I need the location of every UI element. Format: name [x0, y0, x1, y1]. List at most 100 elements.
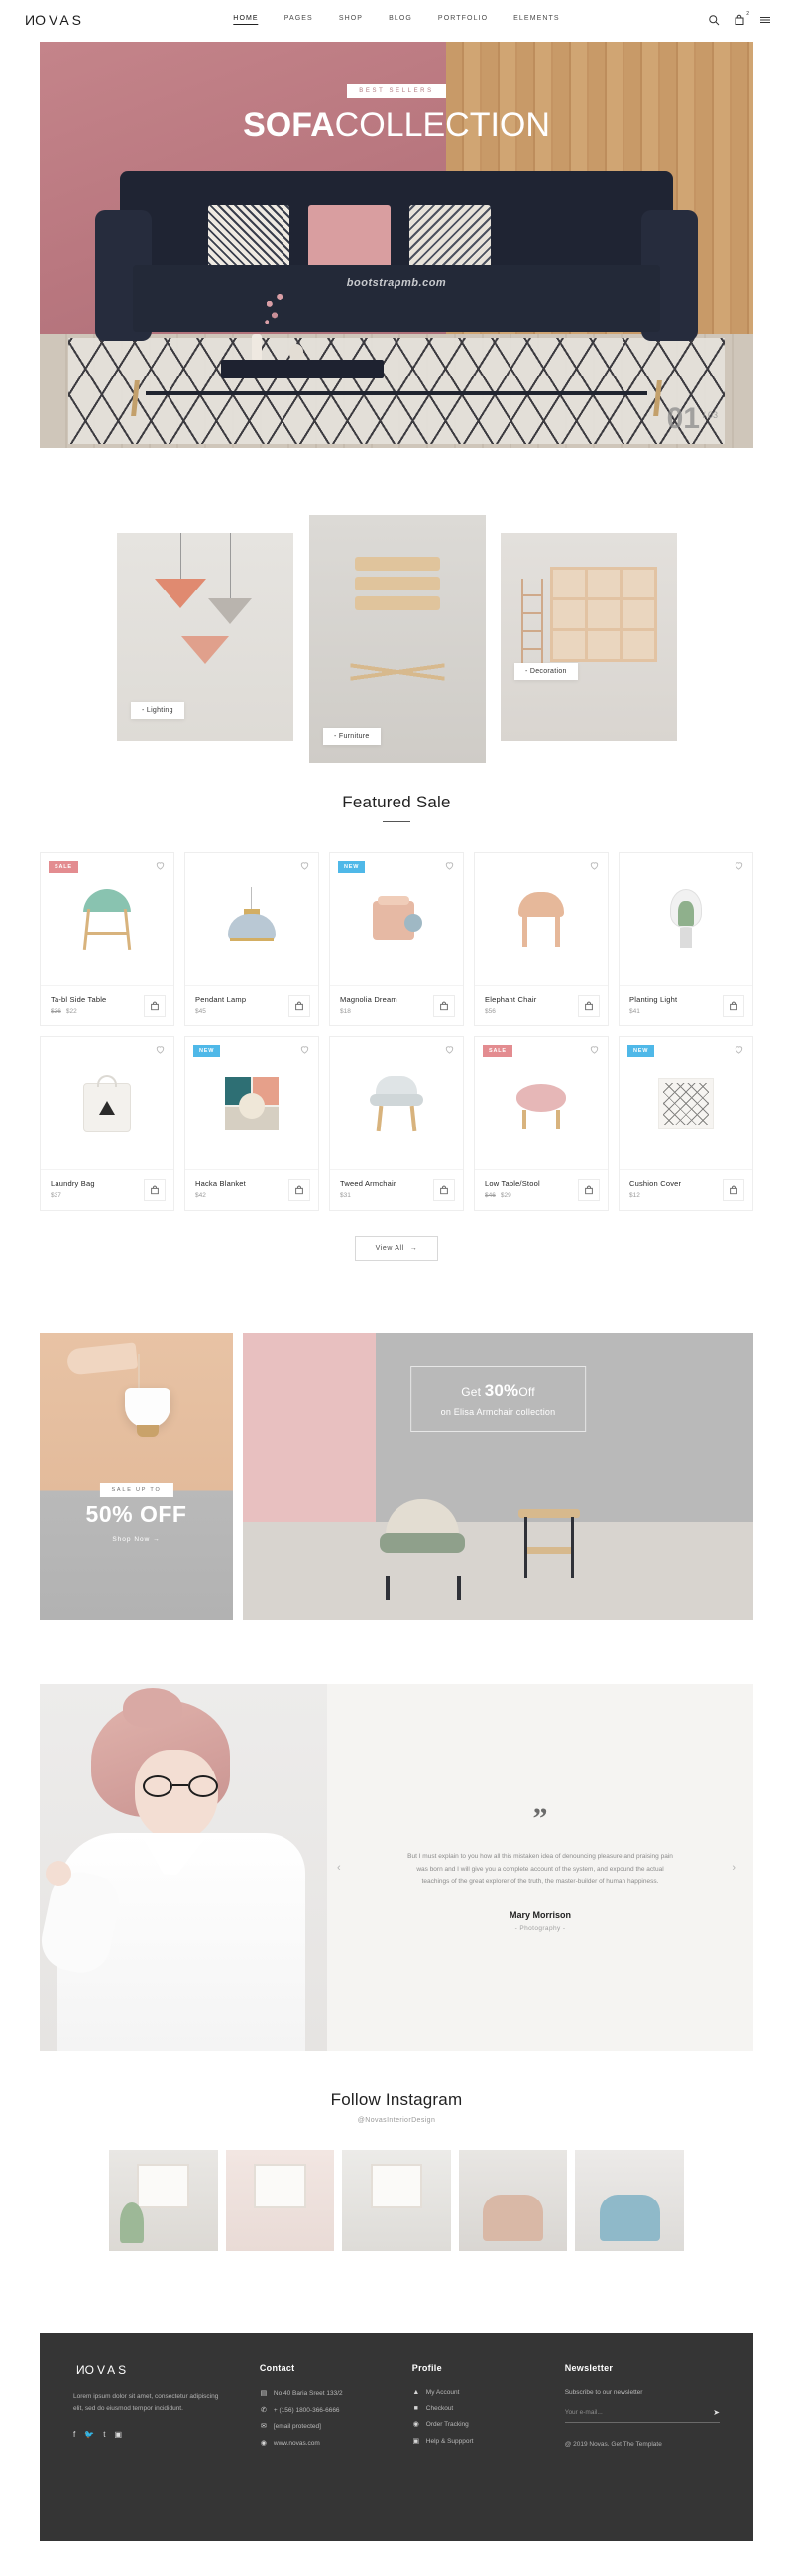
portrait-hair-bun: [123, 1688, 182, 1728]
wishlist-heart-icon[interactable]: [734, 860, 744, 871]
product-image: NEW: [330, 853, 463, 985]
site-header: NOVAS HOME PAGES SHOP BLOG PORTFOLIO ELE…: [0, 0, 793, 40]
category-card-lighting[interactable]: - Lighting: [117, 533, 293, 741]
hamburger-icon[interactable]: [759, 14, 771, 26]
instagram-photo[interactable]: [225, 2150, 335, 2251]
product-price: $31: [340, 1192, 351, 1199]
product-card[interactable]: Laundry Bag $37: [40, 1036, 174, 1211]
promo-banner-armchair[interactable]: Get 30%Off on Elisa Armchair collection: [243, 1333, 753, 1620]
wishlist-heart-icon[interactable]: [734, 1044, 744, 1055]
profile-my-account[interactable]: ▲ My Account: [412, 2389, 547, 2396]
contact-email[interactable]: ✉ [email protected]: [260, 2422, 395, 2431]
newsletter-submit-icon[interactable]: ➤: [713, 2408, 720, 2416]
footer-logo[interactable]: NOVAS: [73, 2363, 242, 2377]
wishlist-heart-icon[interactable]: [299, 1044, 310, 1055]
product-card[interactable]: SALE Ta-bl Side Table $36 $22: [40, 852, 174, 1026]
instagram-section: Follow Instagram @NovasInteriorDesign: [0, 2091, 793, 2251]
profile-checkout[interactable]: ■ Checkout: [412, 2405, 547, 2412]
wishlist-heart-icon[interactable]: [299, 860, 310, 871]
product-info: Elephant Chair $56: [475, 985, 608, 1025]
contact-website[interactable]: ◉ www.novas.com: [260, 2439, 395, 2448]
profile-order-tracking[interactable]: ◉ Order Tracking: [412, 2420, 547, 2429]
footer-description: Lorem ipsum dolor sit amet, consectetur …: [73, 2393, 219, 2413]
nav-item-elements[interactable]: ELEMENTS: [513, 15, 560, 25]
site-logo[interactable]: NOVAS: [22, 12, 84, 28]
add-to-cart-button[interactable]: [144, 1179, 166, 1201]
product-card[interactable]: NEW Cushion Cover $12: [619, 1036, 753, 1211]
nav-item-blog[interactable]: BLOG: [389, 15, 412, 25]
profile-help-support[interactable]: ▣ Help & Suppport: [412, 2437, 547, 2446]
promo-lamp-cord: [138, 1354, 140, 1390]
instagram-grid: [0, 2150, 793, 2251]
instagram-photo[interactable]: [109, 2150, 218, 2251]
instagram-photo[interactable]: [342, 2150, 451, 2251]
promo-armchair-image: [376, 1499, 471, 1600]
twitter-icon[interactable]: 🐦: [84, 2430, 94, 2439]
testimonial-author-name: Mary Morrison: [509, 1909, 571, 1920]
category-card-decoration[interactable]: - Decoration: [501, 533, 677, 741]
promo-sale-headline: 50% OFF: [85, 1501, 187, 1527]
category-tag-furniture[interactable]: - Furniture: [323, 728, 381, 745]
newsletter-email-input[interactable]: [564, 2409, 714, 2415]
product-badge: SALE: [483, 1045, 512, 1057]
product-card[interactable]: NEW Magnolia Dream $18: [329, 852, 464, 1026]
add-to-cart-button[interactable]: [578, 995, 600, 1017]
product-card[interactable]: SALE Low Table/Stool $46 $29: [474, 1036, 609, 1211]
nav-item-pages[interactable]: PAGES: [284, 15, 313, 25]
product-badge: NEW: [193, 1045, 221, 1057]
product-image: SALE: [41, 853, 173, 985]
category-tag-lighting[interactable]: - Lighting: [131, 702, 184, 719]
nav-item-portfolio[interactable]: PORTFOLIO: [438, 15, 488, 25]
facebook-icon[interactable]: f: [73, 2430, 75, 2439]
product-image: [620, 853, 752, 985]
promo-off-label: Off: [518, 1385, 535, 1399]
contact-address[interactable]: ▤ No 40 Baria Sreet 133/2: [260, 2389, 395, 2398]
featured-heading-block: Featured Sale: [0, 793, 793, 822]
contact-phone[interactable]: ✆ + (156) 1800-366-6666: [260, 2406, 395, 2415]
wishlist-heart-icon[interactable]: [589, 860, 600, 871]
category-card-furniture[interactable]: - Furniture: [309, 515, 486, 763]
decoration-ladder: [521, 579, 544, 665]
add-to-cart-button[interactable]: [723, 1179, 744, 1201]
cart-bag-icon[interactable]: 2: [734, 11, 749, 26]
add-to-cart-button[interactable]: [144, 995, 166, 1017]
testimonial-author-role: - Photography -: [514, 1924, 566, 1932]
add-to-cart-button[interactable]: [288, 1179, 310, 1201]
product-price: $37: [51, 1192, 61, 1199]
quote-icon: ”: [532, 1801, 548, 1835]
wishlist-heart-icon[interactable]: [444, 1044, 455, 1055]
wishlist-heart-icon[interactable]: [589, 1044, 600, 1055]
product-card[interactable]: Tweed Armchair $31: [329, 1036, 464, 1211]
nav-item-shop[interactable]: SHOP: [339, 15, 363, 25]
view-all-wrap: View All →: [0, 1236, 793, 1261]
wishlist-heart-icon[interactable]: [155, 860, 166, 871]
product-card[interactable]: NEW Hacka Blanket $42: [184, 1036, 319, 1211]
category-tag-decoration[interactable]: - Decoration: [514, 663, 578, 680]
add-to-cart-button[interactable]: [433, 1179, 455, 1201]
instagram-photo[interactable]: [458, 2150, 568, 2251]
instagram-icon[interactable]: ▣: [114, 2430, 122, 2439]
add-to-cart-button[interactable]: [578, 1179, 600, 1201]
testimonial-prev-arrow[interactable]: ‹: [337, 1862, 341, 1874]
testimonial-text: But I must explain to you how all this m…: [407, 1852, 673, 1885]
nav-item-home[interactable]: HOME: [233, 15, 259, 25]
promo-shop-now-button[interactable]: Shop Now →: [40, 1536, 233, 1543]
glasses-icon: [143, 1775, 218, 1797]
product-card[interactable]: Pendant Lamp $45: [184, 852, 319, 1026]
tumblr-icon[interactable]: t: [103, 2430, 105, 2439]
add-to-cart-button[interactable]: [433, 995, 455, 1017]
view-all-button[interactable]: View All →: [354, 1236, 439, 1261]
wishlist-heart-icon[interactable]: [155, 1044, 166, 1055]
product-card[interactable]: Planting Light $41: [619, 852, 753, 1026]
product-image: [475, 853, 608, 985]
add-to-cart-button[interactable]: [288, 995, 310, 1017]
product-card[interactable]: Elephant Chair $56: [474, 852, 609, 1026]
instagram-photo[interactable]: [575, 2150, 684, 2251]
wishlist-heart-icon[interactable]: [444, 860, 455, 871]
promo-banner-sale[interactable]: SALE UP TO 50% OFF Shop Now →: [40, 1333, 233, 1620]
product-price: $45: [195, 1008, 206, 1015]
search-icon[interactable]: [708, 14, 720, 26]
testimonial-next-arrow[interactable]: ›: [732, 1862, 736, 1874]
add-to-cart-button[interactable]: [723, 995, 744, 1017]
promo-hand-image: [65, 1342, 139, 1376]
